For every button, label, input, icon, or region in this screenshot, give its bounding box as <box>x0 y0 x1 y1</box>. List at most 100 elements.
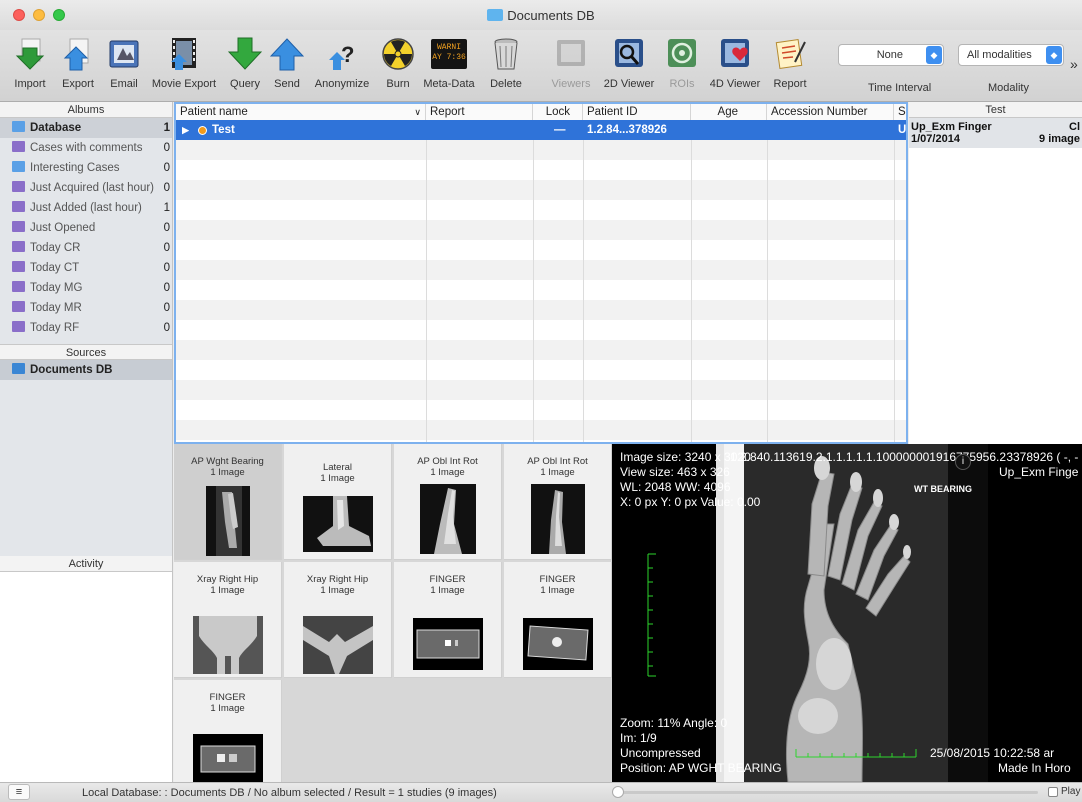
thumbnail-tile[interactable]: Lateral 1 Image <box>284 444 392 560</box>
burn-button[interactable]: Burn <box>380 36 416 90</box>
thumbnail-tile[interactable]: FINGER 1 Image <box>394 562 502 678</box>
rois-button[interactable]: ROIs <box>664 36 700 90</box>
query-button[interactable]: Query <box>226 36 264 90</box>
column-header-lock[interactable]: Lock <box>533 104 583 120</box>
smart-album-icon <box>12 221 25 232</box>
table-row[interactable] <box>176 360 906 380</box>
overlay-image-index: Im: 1/9 <box>620 731 657 745</box>
anonymize-icon: ? <box>329 42 354 70</box>
image-viewer[interactable]: Image size: 3240 x 3020 View size: 463 x… <box>612 444 1082 782</box>
send-button[interactable]: Send <box>268 36 306 90</box>
series-detail-panel: Test Up_Exm Finger Cl 1/07/2014 9 image <box>909 102 1082 444</box>
disclosure-triangle-icon[interactable]: ▶ <box>182 120 189 140</box>
anonymize-button[interactable]: ? Anonymize <box>312 36 372 90</box>
album-item[interactable]: Database 1 <box>0 118 172 138</box>
movie-export-icon <box>171 38 196 70</box>
play-checkbox[interactable] <box>1048 787 1058 797</box>
time-interval-select[interactable]: None ◆ <box>838 44 944 66</box>
movie-export-label: Movie Export <box>151 78 217 90</box>
zoom-window-button[interactable] <box>53 9 65 21</box>
column-header-patient-id[interactable]: Patient ID <box>583 104 691 120</box>
xray-thumbnail <box>302 496 373 552</box>
email-button[interactable]: Email <box>106 36 142 90</box>
delete-button[interactable]: Delete <box>486 36 526 90</box>
album-item[interactable]: Cases with comments 0 <box>0 138 172 158</box>
thumbnail-count: 1 Image <box>210 467 245 478</box>
viewers-button[interactable]: Viewers <box>548 36 594 90</box>
toolbar: Import Export Email Movie Export Query S… <box>0 30 1082 102</box>
toolbar-overflow-button[interactable]: » <box>1070 56 1078 72</box>
modality-select[interactable]: All modalities ◆ <box>958 44 1064 66</box>
4d-viewer-button[interactable]: 4D Viewer <box>704 36 766 90</box>
album-item[interactable]: Today MR 0 <box>0 298 172 318</box>
thumbnail-tile[interactable]: FINGER 1 Image <box>174 680 282 782</box>
export-button[interactable]: Export <box>58 36 98 90</box>
table-row[interactable] <box>176 420 906 440</box>
album-item[interactable]: Just Acquired (last hour) 0 <box>0 178 172 198</box>
table-row[interactable] <box>176 400 906 420</box>
sort-descending-icon: ∨ <box>414 107 421 117</box>
album-item[interactable]: Just Added (last hour) 1 <box>0 198 172 218</box>
report-icon <box>775 39 806 69</box>
4d-viewer-label: 4D Viewer <box>709 78 761 90</box>
album-item[interactable]: Today CT 0 <box>0 258 172 278</box>
album-item[interactable]: Today RF 0 <box>0 318 172 338</box>
2d-viewer-button[interactable]: 2D Viewer <box>598 36 660 90</box>
table-row[interactable] <box>176 180 906 200</box>
study-table[interactable]: Patient name ∨ Report Lock Patient ID Age… <box>174 102 908 444</box>
study-image-count: 9 image <box>1039 133 1080 145</box>
table-row[interactable] <box>176 340 906 360</box>
meta-data-button[interactable]: WARNI AY 7:36 Meta-Data <box>420 36 478 90</box>
overlay-bottom-right: 25/08/2015 10:22:58 ar Made In Horo <box>930 746 1071 776</box>
export-label: Export <box>62 78 94 90</box>
table-row[interactable] <box>176 380 906 400</box>
study-entry[interactable]: Up_Exm Finger Cl 1/07/2014 9 image <box>909 118 1082 148</box>
column-header-accession-number[interactable]: Accession Number <box>767 104 894 120</box>
column-header-age[interactable]: Age <box>691 104 767 120</box>
overlay-zoom: Zoom: 11% Angle: 0 <box>620 716 728 730</box>
album-item[interactable]: Interesting Cases 0 <box>0 158 172 178</box>
thumbnail-tile[interactable]: Xray Right Hip 1 Image <box>284 562 392 678</box>
album-item[interactable]: Today CR 0 <box>0 238 172 258</box>
table-row[interactable] <box>176 300 906 320</box>
table-row-selected[interactable] <box>176 120 906 140</box>
import-button[interactable]: Import <box>12 36 48 90</box>
minimize-window-button[interactable] <box>33 9 45 21</box>
close-window-button[interactable] <box>13 9 25 21</box>
album-list: Database 1 Cases with comments 0 Interesting… <box>0 118 172 344</box>
column-header-s[interactable]: S <box>894 104 906 120</box>
movie-export-button[interactable]: Movie Export <box>146 36 222 90</box>
thumbnail-count: 1 Image <box>210 585 245 596</box>
slider-knob[interactable] <box>612 786 624 798</box>
column-header-patient-name[interactable]: Patient name ∨ <box>176 104 426 120</box>
table-row[interactable] <box>176 260 906 280</box>
thumbnail-title: FINGER <box>539 574 576 585</box>
patient-header: Test <box>909 102 1082 118</box>
column-header-report[interactable]: Report <box>426 104 533 120</box>
burn-label: Burn <box>386 78 410 90</box>
report-button[interactable]: Report <box>770 36 810 90</box>
thumbnail-tile[interactable]: AP Wght Bearing 1 Image <box>174 444 282 560</box>
album-item[interactable]: Just Opened 0 <box>0 218 172 238</box>
smart-album-icon <box>12 281 25 292</box>
table-row[interactable] <box>176 280 906 300</box>
thumbnail-tile[interactable]: AP Obl Int Rot 1 Image <box>504 444 612 560</box>
import-label: Import <box>14 78 46 90</box>
album-item[interactable]: Today MG 0 <box>0 278 172 298</box>
image-slider[interactable] <box>614 791 1038 794</box>
table-row[interactable] <box>176 220 906 240</box>
folder-icon <box>487 9 504 21</box>
thumbnail-tile[interactable]: FINGER 1 Image <box>504 562 612 678</box>
thumbnail-tile[interactable]: Xray Right Hip 1 Image <box>174 562 282 678</box>
source-documents-db[interactable]: Documents DB <box>0 360 172 380</box>
thumbnail-title: AP Wght Bearing <box>191 456 264 467</box>
table-row[interactable] <box>176 160 906 180</box>
menu-icon[interactable]: ≡ <box>8 784 30 800</box>
table-row[interactable] <box>176 140 906 160</box>
table-row[interactable] <box>176 200 906 220</box>
overlay-manufacturer: Made In Horo <box>998 761 1071 775</box>
thumbnail-tile[interactable]: AP Obl Int Rot 1 Image <box>394 444 502 560</box>
table-row[interactable] <box>176 320 906 340</box>
table-row[interactable] <box>176 240 906 260</box>
window-title: Documents DB <box>487 8 595 23</box>
